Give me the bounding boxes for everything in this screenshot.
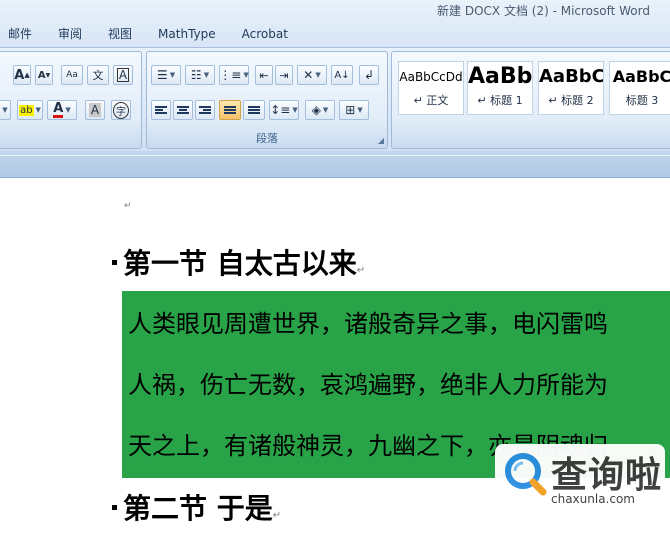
window-title: 新建 DOCX 文档 (2) - Microsoft Word — [437, 4, 650, 18]
sort-icon[interactable]: A↓ — [331, 65, 353, 85]
align-center-icon[interactable] — [173, 100, 193, 120]
empty-paragraph-mark: ↵ — [124, 201, 132, 211]
title-bar: 新建 DOCX 文档 (2) - Microsoft Word 邮件 审阅 视图… — [0, 0, 670, 47]
ribbon: A ▲ A ▼ Aa 文 A ▼ ab ▼ A ▼ A 字 ☰ ▼ ☷ ▼ ⋮≡ ▼ ⇤ ⇥ … — [0, 47, 670, 152]
line-spacing-icon[interactable]: ↕≡ ▼ — [269, 100, 299, 120]
increase-indent-icon[interactable]: ⇥ — [275, 65, 293, 85]
change-case-icon[interactable]: Aa — [61, 65, 83, 85]
style-name: 标题 3 — [625, 94, 659, 107]
style-heading-2[interactable]: AaBbC ↵ 标题 2 — [538, 61, 604, 115]
decrease-indent-icon[interactable]: ⇤ — [255, 65, 273, 85]
font-dropdown-icon[interactable]: ▼ — [0, 100, 11, 120]
justify-icon[interactable] — [219, 100, 241, 120]
distributed-icon[interactable] — [243, 100, 265, 120]
style-heading-3[interactable]: AaBbC 标题 3 — [609, 61, 670, 115]
style-sample: AaBbC — [612, 67, 670, 86]
enclose-characters-icon[interactable]: 字 — [111, 100, 131, 120]
phonetic-guide-icon[interactable]: 文 — [87, 65, 109, 85]
style-name: ↵ 标题 2 — [548, 94, 594, 107]
heading-bullet-icon — [112, 504, 117, 510]
paragraph-line[interactable]: 人类眼见周遭世界，诸般奇异之事，电闪雷鸣 — [128, 309, 608, 339]
watermark-url: chaxunla.com — [551, 492, 635, 506]
paragraph-group: ☰ ▼ ☷ ▼ ⋮≡ ▼ ⇤ ⇥ ✕ ▼ A↓ ↲ ↕≡ ▼ ◈ ▼ ⊞ ▼ 段落 ◢ — [146, 51, 388, 149]
tab-mailings[interactable]: 邮件 — [0, 24, 40, 46]
heading-section-1[interactable]: 第一节 自太古以来↵ — [112, 247, 365, 288]
numbering-icon[interactable]: ☷ ▼ — [185, 65, 215, 85]
tab-view[interactable]: 视图 — [100, 24, 140, 46]
highlight-color-icon[interactable]: ab ▼ — [17, 100, 43, 120]
watermark: 查询啦 chaxunla.com — [495, 444, 665, 518]
paragraph-group-label: 段落 — [256, 132, 278, 145]
align-left-icon[interactable] — [151, 100, 171, 120]
style-name: ↵ 正文 — [413, 94, 449, 107]
show-marks-icon[interactable]: ↲ — [359, 65, 379, 85]
style-name: ↵ 标题 1 — [477, 94, 523, 107]
heading-text: 第二节 于是 — [123, 492, 273, 525]
tab-mathtype[interactable]: MathType — [150, 24, 224, 46]
asian-layout-icon[interactable]: ✕ ▼ — [297, 65, 327, 85]
font-color-icon[interactable]: A ▼ — [47, 100, 77, 120]
style-heading-1[interactable]: AaBb ↵ 标题 1 — [467, 61, 533, 115]
paragraph-mark-icon: ↵ — [272, 510, 282, 521]
borders-icon[interactable]: ⊞ ▼ — [339, 100, 369, 120]
multilevel-list-icon[interactable]: ⋮≡ ▼ — [219, 65, 249, 85]
align-right-icon[interactable] — [195, 100, 215, 120]
grow-font-icon[interactable]: A ▲ — [13, 65, 31, 85]
heading-bullet-icon — [112, 259, 117, 265]
styles-group: AaBbCcDd ↵ 正文 AaBb ↵ 标题 1 AaBbC ↵ 标题 2 A… — [391, 51, 670, 149]
tab-review[interactable]: 审阅 — [50, 24, 90, 46]
ruler-highlight-line — [0, 155, 670, 156]
heading-text: 第一节 自太古以来 — [123, 247, 357, 280]
watermark-name: 查询啦 — [551, 455, 663, 496]
paragraph-dialog-launcher-icon[interactable]: ◢ — [378, 136, 384, 145]
shading-icon[interactable]: ◈ ▼ — [305, 100, 335, 120]
shrink-font-icon[interactable]: A ▼ — [35, 65, 53, 85]
style-sample: AaBb — [468, 64, 532, 89]
character-shading-icon[interactable]: A — [85, 100, 105, 120]
ribbon-tabs: 邮件 审阅 视图 MathType Acrobat — [0, 24, 296, 46]
heading-section-2[interactable]: 第二节 于是↵ — [112, 492, 281, 533]
paragraph-line[interactable]: 人祸，伤亡无数，哀鸿遍野，绝非人力所能为 — [128, 370, 608, 400]
tab-acrobat[interactable]: Acrobat — [234, 24, 296, 46]
style-sample: AaBbC — [539, 66, 603, 87]
style-normal[interactable]: AaBbCcDd ↵ 正文 — [398, 61, 464, 115]
character-border-icon[interactable]: A — [113, 65, 133, 85]
bullets-icon[interactable]: ☰ ▼ — [151, 65, 181, 85]
font-group: A ▲ A ▼ Aa 文 A ▼ ab ▼ A ▼ A 字 — [0, 51, 142, 149]
paragraph-mark-icon: ↵ — [356, 265, 366, 276]
magnifier-logo-icon — [505, 453, 547, 496]
style-sample: AaBbCcDd — [399, 70, 463, 84]
